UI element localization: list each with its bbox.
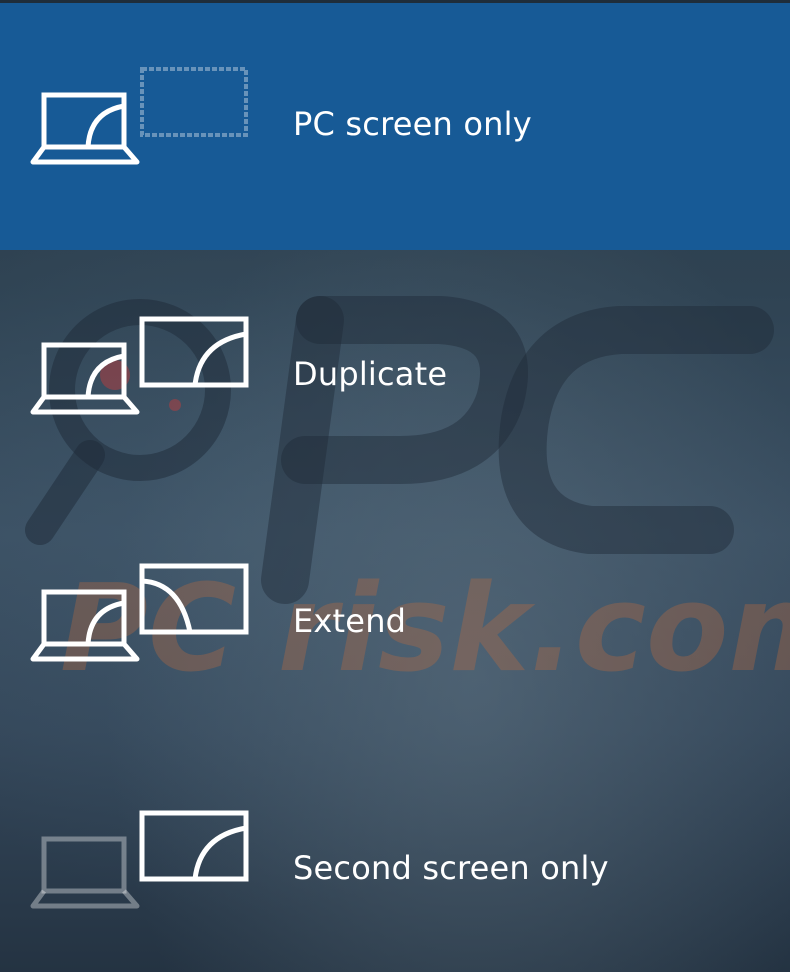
project-panel: PC risk.com PC screen only Duplicate Ext… [0,0,790,972]
option-second-screen-only[interactable]: Second screen only [0,744,790,972]
pc-screen-only-icon [30,67,248,165]
duplicate-icon [30,316,249,415]
option-pc-screen-only[interactable]: PC screen only [0,3,790,250]
extend-icon [30,563,249,662]
option-label: Duplicate [293,355,448,393]
option-label: Second screen only [293,849,609,887]
second-screen-only-icon [30,810,249,909]
option-label: Extend [293,602,407,640]
option-extend[interactable]: Extend [0,497,790,744]
option-label: PC screen only [293,105,532,143]
option-duplicate[interactable]: Duplicate [0,250,790,497]
